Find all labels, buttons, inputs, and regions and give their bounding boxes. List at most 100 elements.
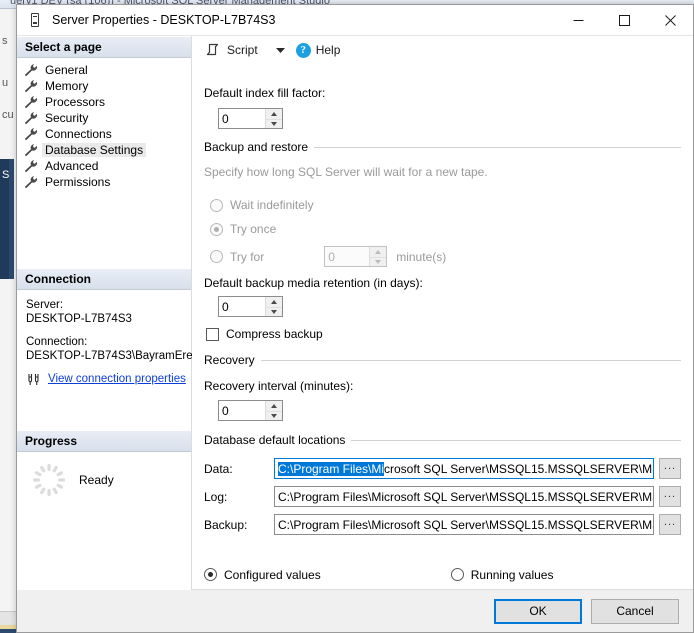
sidebar-item-database-settings[interactable]: Database Settings	[17, 142, 191, 158]
help-label: Help	[315, 43, 341, 57]
group-divider	[260, 359, 681, 361]
database-settings-content: Default index fill factor: 0 Backup and …	[192, 64, 693, 560]
spin-down-icon[interactable]	[370, 256, 387, 266]
radio-icon[interactable]	[450, 568, 464, 581]
data-path-rest-text: crosoft SQL Server\MSSQL15.MSSQLSERVER\M…	[384, 462, 653, 476]
right-pane: Script ? Help Default index fill factor:	[192, 36, 693, 590]
dialog-toolbar: Script ? Help	[192, 36, 693, 64]
backup-path-row: Backup: C:\Program Files\Microsoft SQL S…	[204, 507, 681, 535]
progress-body: Ready	[17, 452, 191, 512]
recovery-interval-value[interactable]: 0	[219, 401, 265, 420]
try-for-unit-label: minute(s)	[396, 249, 447, 264]
connection-label: Connection:	[26, 336, 88, 348]
dialog-title: Server Properties - DESKTOP-L7B74S3	[52, 13, 276, 27]
log-path-row: Log: C:\Program Files\Microsoft SQL Serv…	[204, 479, 681, 507]
recovery-interval-stepper[interactable]: 0	[218, 400, 283, 421]
dialog-body: Select a page General Memory Processors …	[17, 35, 693, 590]
wrench-icon	[23, 95, 39, 109]
sidebar-item-connections[interactable]: Connections	[17, 126, 191, 142]
fill-factor-stepper[interactable]: 0	[218, 108, 283, 129]
spin-up-icon[interactable]	[266, 109, 282, 119]
connection-body: Server: DESKTOP-L7B74S3 Connection: DESK…	[17, 290, 200, 392]
log-browse-button[interactable]: ...	[659, 486, 681, 507]
fill-factor-value[interactable]: 0	[219, 109, 265, 128]
spin-down-icon[interactable]	[266, 410, 282, 420]
sidebar-item-processors[interactable]: Processors	[17, 94, 191, 110]
configured-values-label: Configured values	[224, 567, 321, 582]
locations-group-label: Database default locations	[204, 433, 346, 447]
view-connection-properties-row[interactable]: View connection properties	[26, 372, 186, 386]
script-icon	[206, 42, 222, 58]
backup-path-input[interactable]: C:\Program Files\Microsoft SQL Server\MS…	[274, 514, 654, 535]
radio-icon[interactable]	[210, 198, 223, 212]
retention-label: Default backup media retention (in days)…	[204, 276, 423, 290]
view-connection-properties-link[interactable]: View connection properties	[48, 372, 186, 386]
sidebar-item-memory[interactable]: Memory	[17, 78, 191, 94]
script-dropdown-button[interactable]	[272, 39, 290, 61]
spin-up-icon[interactable]	[370, 247, 387, 257]
script-button[interactable]: Script	[202, 39, 262, 61]
wrench-icon	[23, 127, 39, 141]
sidebar-item-label: Advanced	[45, 159, 99, 173]
spin-up-icon[interactable]	[266, 401, 282, 411]
sidebar-item-general[interactable]: General	[17, 62, 191, 78]
checkbox-icon[interactable]	[206, 327, 219, 341]
retention-spin-buttons[interactable]	[265, 297, 282, 316]
help-button[interactable]: ? Help	[292, 39, 345, 61]
progress-status: Ready	[79, 473, 114, 487]
try-for-option[interactable]: Try for 0 minute(s)	[204, 236, 681, 267]
sidebar-item-label: Processors	[45, 95, 106, 109]
sidebar-item-label: General	[45, 63, 88, 77]
configured-values-option[interactable]: Configured values	[204, 568, 321, 582]
backup-browse-button[interactable]: ...	[659, 514, 681, 535]
log-path-input[interactable]: C:\Program Files\Microsoft SQL Server\MS…	[274, 486, 654, 507]
server-icon	[27, 12, 43, 28]
connection-spacer	[17, 392, 191, 430]
sidebar-item-security[interactable]: Security	[17, 110, 191, 126]
try-for-value[interactable]: 0	[325, 247, 369, 266]
radio-icon[interactable]	[210, 250, 223, 263]
dialog-titlebar[interactable]: Server Properties - DESKTOP-L7B74S3	[17, 5, 693, 35]
retention-stepper[interactable]: 0	[218, 296, 283, 317]
data-path-label: Data:	[204, 461, 233, 476]
sidebar-item-label: Permissions	[45, 175, 111, 189]
connection-plug-icon	[26, 372, 42, 386]
maximize-icon[interactable]	[601, 5, 647, 35]
chevron-down-icon	[275, 43, 286, 57]
cancel-button[interactable]: Cancel	[591, 598, 679, 624]
try-for-label: Try for	[230, 249, 265, 264]
radio-icon[interactable]	[210, 222, 223, 236]
minimize-icon[interactable]	[555, 5, 601, 35]
wrench-icon	[23, 143, 39, 157]
compress-backup-option[interactable]: Compress backup	[204, 317, 681, 341]
wait-indefinitely-option[interactable]: Wait indefinitely	[204, 179, 681, 212]
try-once-option[interactable]: Try once	[204, 212, 681, 236]
sidebar-item-permissions[interactable]: Permissions	[17, 174, 191, 190]
spin-up-icon[interactable]	[266, 297, 282, 307]
spin-down-icon[interactable]	[266, 118, 282, 128]
running-values-option[interactable]: Running values	[450, 568, 553, 582]
sidebar-item-label: Connections	[45, 127, 112, 141]
retention-value[interactable]: 0	[219, 297, 265, 316]
progress-section: Progress Ready	[17, 430, 191, 512]
help-question-icon: ?	[295, 42, 311, 58]
connection-value: DESKTOP-L7B74S3\BayramEren	[26, 350, 200, 362]
server-label: Server:	[26, 299, 64, 311]
ok-button[interactable]: OK	[494, 598, 582, 624]
value-mode-bar: Configured values Running values	[192, 560, 693, 590]
wrench-icon	[23, 175, 39, 189]
close-icon[interactable]	[647, 5, 693, 35]
recovery-group-label: Recovery	[204, 353, 255, 367]
try-for-spin-buttons[interactable]	[369, 247, 387, 266]
recovery-interval-spin-buttons[interactable]	[265, 401, 282, 420]
data-browse-button[interactable]: ...	[659, 458, 681, 479]
sidebar-item-advanced[interactable]: Advanced	[17, 158, 191, 174]
fill-factor-spin-buttons[interactable]	[265, 109, 282, 128]
backup-restore-group-header: Backup and restore	[204, 129, 681, 154]
try-for-stepper[interactable]: 0	[324, 246, 388, 267]
data-path-input[interactable]: C:\Program Files\Microsoft SQL Server\MS…	[274, 458, 654, 479]
recovery-group-header: Recovery	[204, 341, 681, 367]
spin-down-icon[interactable]	[266, 306, 282, 316]
radio-icon[interactable]	[204, 568, 217, 581]
sidebar-item-label: Memory	[45, 79, 89, 93]
